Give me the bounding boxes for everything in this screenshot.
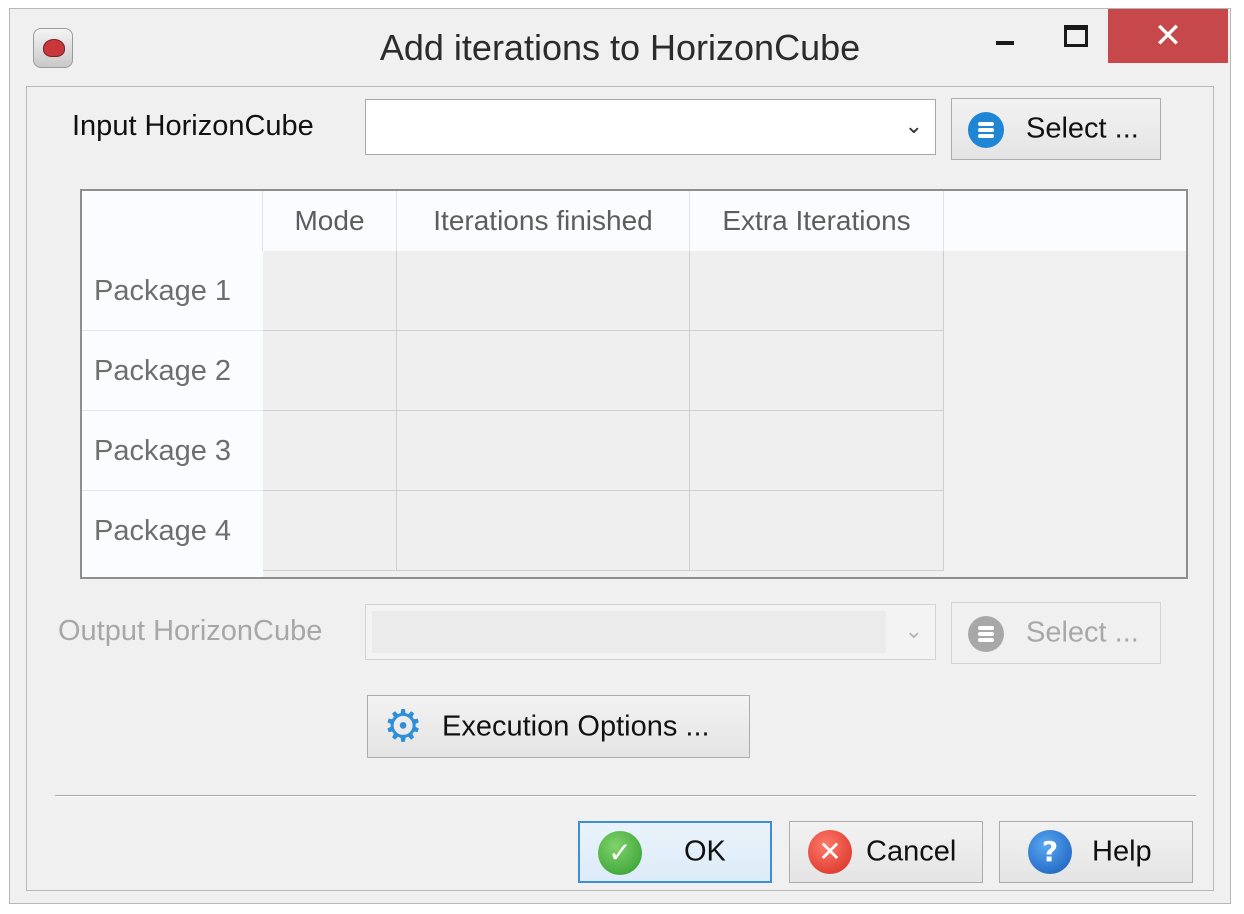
output-horizoncube-value: [372, 611, 886, 653]
help-label: Help: [1092, 835, 1152, 868]
close-button[interactable]: ✕: [1108, 9, 1228, 63]
table-cell[interactable]: [263, 411, 397, 491]
table-cell[interactable]: [690, 491, 944, 571]
row-header-package-3[interactable]: Package 3: [82, 411, 263, 491]
table-corner-cell: [82, 191, 263, 251]
minimize-button[interactable]: [982, 9, 1032, 63]
table-cell[interactable]: [397, 331, 690, 411]
output-select-button[interactable]: Select ...: [951, 602, 1161, 664]
help-icon: ?: [1028, 830, 1072, 874]
column-header-iterations-finished[interactable]: Iterations finished: [397, 191, 690, 251]
package-table[interactable]: Mode Iterations finished Extra Iteration…: [80, 189, 1188, 579]
table-cell[interactable]: [263, 331, 397, 411]
divider-highlight: [55, 796, 1196, 797]
execution-options-button[interactable]: ⚙ Execution Options ...: [367, 695, 750, 758]
title-bar[interactable]: Add iterations to HorizonCube ✕: [10, 9, 1230, 86]
table-cell[interactable]: [263, 491, 397, 571]
table-cell[interactable]: [690, 251, 944, 331]
list-icon: [968, 112, 1004, 148]
row-header-package-1[interactable]: Package 1: [82, 251, 263, 331]
table-cell[interactable]: [397, 411, 690, 491]
chevron-down-icon[interactable]: ⌄: [905, 619, 923, 644]
output-horizoncube-label: Output HorizonCube: [58, 615, 323, 647]
input-select-button[interactable]: Select ...: [951, 98, 1161, 160]
row-header-package-2[interactable]: Package 2: [82, 331, 263, 411]
row-header-package-4[interactable]: Package 4: [82, 491, 263, 577]
ok-label: OK: [684, 835, 726, 868]
input-horizoncube-label: Input HorizonCube: [72, 110, 314, 142]
output-select-label: Select ...: [1026, 616, 1139, 649]
table-cell[interactable]: [263, 251, 397, 331]
column-header-extra-iterations[interactable]: Extra Iterations: [690, 191, 944, 251]
table-cell[interactable]: [690, 331, 944, 411]
list-icon: [968, 616, 1004, 652]
table-cell[interactable]: [397, 251, 690, 331]
check-icon: ✓: [598, 831, 642, 875]
output-horizoncube-combo[interactable]: ⌄: [365, 604, 936, 660]
gear-icon: ⚙: [383, 701, 423, 752]
table-cell[interactable]: [397, 491, 690, 571]
table-header: Mode Iterations finished Extra Iteration…: [82, 191, 1186, 251]
cancel-icon: ✕: [808, 830, 852, 874]
execution-options-label: Execution Options ...: [442, 710, 710, 742]
cancel-label: Cancel: [866, 835, 957, 868]
help-button[interactable]: ? Help: [999, 821, 1193, 883]
cancel-button[interactable]: ✕ Cancel: [789, 821, 983, 883]
input-horizoncube-combo[interactable]: ⌄: [365, 99, 936, 155]
column-header-mode[interactable]: Mode: [263, 191, 397, 251]
ok-button[interactable]: ✓ OK: [578, 821, 772, 883]
window-title: Add iterations to HorizonCube: [379, 27, 861, 68]
input-select-label: Select ...: [1026, 112, 1139, 145]
table-cell[interactable]: [690, 411, 944, 491]
maximize-button[interactable]: [1050, 9, 1100, 63]
close-icon: ✕: [1153, 16, 1183, 56]
chevron-down-icon[interactable]: ⌄: [905, 114, 923, 139]
